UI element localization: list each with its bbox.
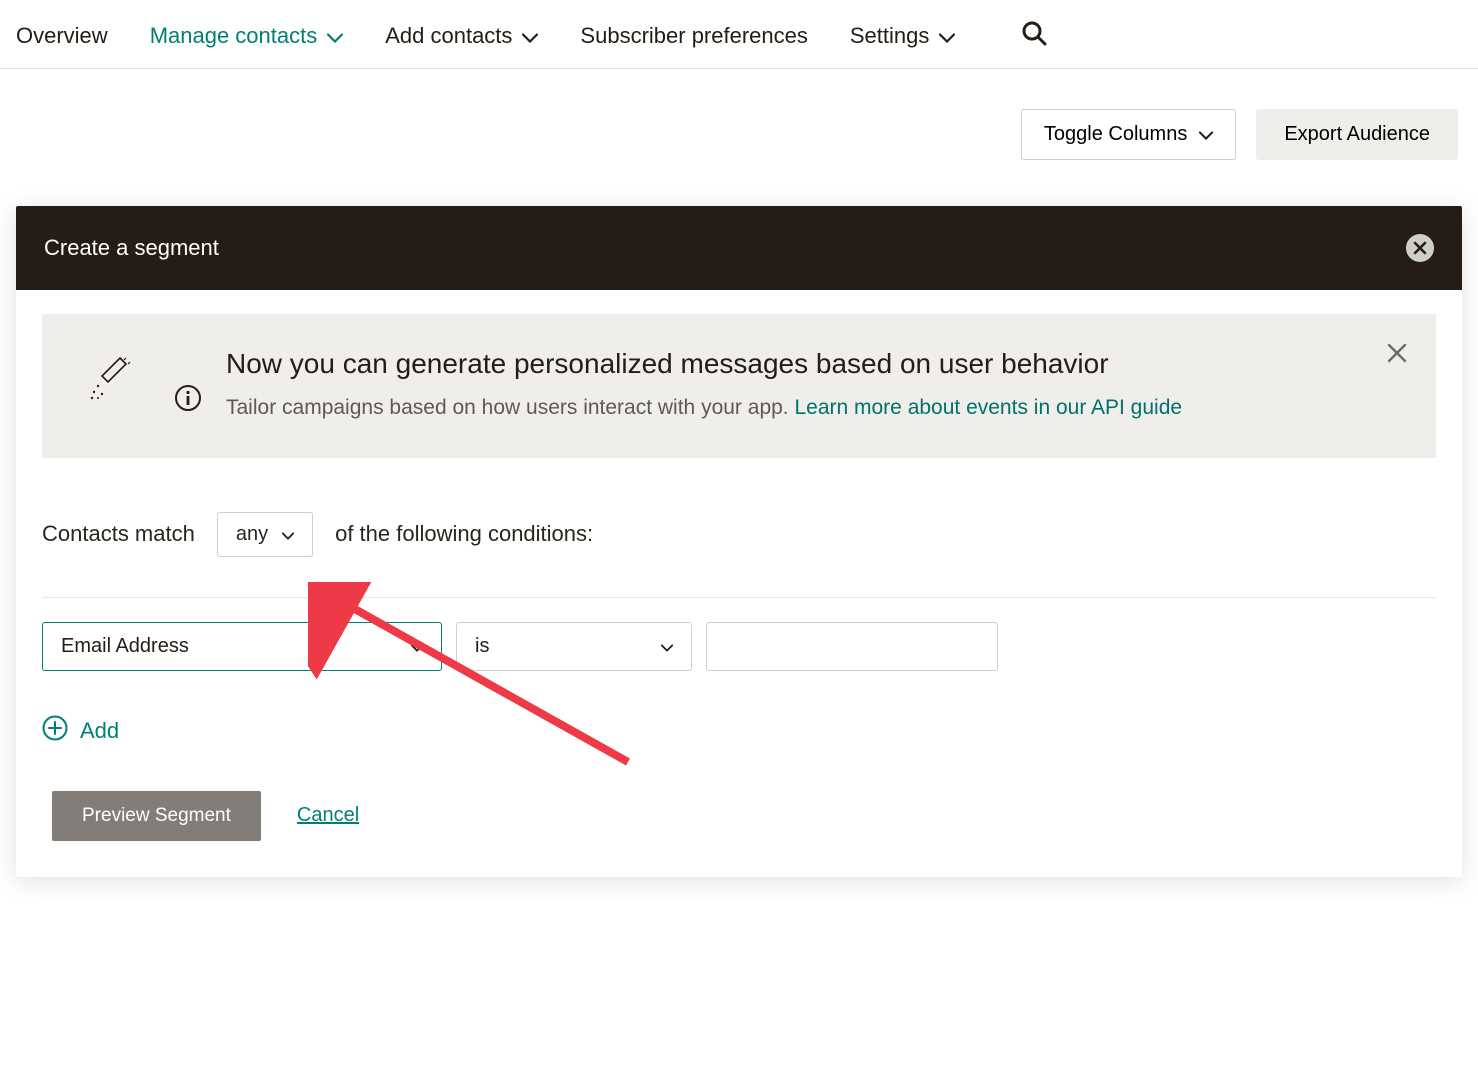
condition-field-value: Email Address bbox=[61, 635, 189, 658]
condition-operator-value: is bbox=[475, 635, 489, 658]
chevron-down-icon bbox=[327, 23, 343, 49]
info-icon bbox=[174, 348, 202, 417]
condition-field-select[interactable]: Email Address bbox=[42, 622, 442, 671]
nav-manage-contacts[interactable]: Manage contacts bbox=[150, 23, 344, 49]
audience-toolbar: Toggle Columns Export Audience bbox=[0, 69, 1478, 160]
chevron-down-icon bbox=[661, 635, 673, 658]
banner-text: Now you can generate personalized messag… bbox=[226, 348, 1182, 424]
search-icon[interactable] bbox=[1021, 20, 1047, 52]
panel-title: Create a segment bbox=[44, 235, 219, 261]
condition-row: Email Address is bbox=[42, 622, 1436, 671]
export-audience-button[interactable]: Export Audience bbox=[1256, 109, 1458, 160]
nav-settings[interactable]: Settings bbox=[850, 23, 956, 49]
chevron-down-icon bbox=[282, 523, 294, 546]
match-mode-value: any bbox=[236, 523, 268, 546]
match-mode-select[interactable]: any bbox=[217, 512, 313, 557]
preview-segment-button[interactable]: Preview Segment bbox=[52, 791, 261, 841]
banner-close-button[interactable] bbox=[1386, 342, 1408, 369]
add-label: Add bbox=[80, 718, 119, 744]
chevron-down-icon bbox=[939, 23, 955, 49]
nav-label: Add contacts bbox=[385, 23, 512, 49]
cancel-link[interactable]: Cancel bbox=[297, 804, 359, 827]
main-nav: Overview Manage contacts Add contacts Su… bbox=[0, 0, 1478, 69]
condition-operator-select[interactable]: is bbox=[456, 622, 692, 671]
panel-footer: Preview Segment Cancel bbox=[52, 791, 1436, 841]
nav-add-contacts[interactable]: Add contacts bbox=[385, 23, 538, 49]
hand-sprinkle-icon bbox=[70, 348, 150, 402]
banner-learn-more-link[interactable]: Learn more about events in our API guide bbox=[794, 396, 1182, 419]
add-condition-button[interactable]: Add bbox=[42, 715, 119, 747]
info-banner: Now you can generate personalized messag… bbox=[42, 314, 1436, 458]
chevron-down-icon bbox=[1199, 123, 1213, 146]
close-icon bbox=[1412, 240, 1428, 256]
chevron-down-icon bbox=[522, 23, 538, 49]
plus-circle-icon bbox=[42, 715, 68, 747]
nav-overview[interactable]: Overview bbox=[16, 23, 108, 49]
banner-heading: Now you can generate personalized messag… bbox=[226, 348, 1182, 380]
match-pre-label: Contacts match bbox=[42, 521, 195, 547]
nav-subscriber-preferences[interactable]: Subscriber preferences bbox=[580, 23, 807, 49]
toggle-columns-button[interactable]: Toggle Columns bbox=[1021, 109, 1236, 160]
close-panel-button[interactable] bbox=[1406, 234, 1434, 262]
nav-label: Overview bbox=[16, 23, 108, 49]
condition-value-input[interactable] bbox=[706, 622, 998, 671]
button-label: Preview Segment bbox=[82, 805, 231, 826]
nav-label: Subscriber preferences bbox=[580, 23, 807, 49]
close-icon bbox=[1386, 342, 1408, 364]
button-label: Export Audience bbox=[1284, 123, 1430, 146]
banner-body: Tailor campaigns based on how users inte… bbox=[226, 396, 794, 419]
match-conditions-row: Contacts match any of the following cond… bbox=[42, 512, 1436, 598]
chevron-down-icon bbox=[411, 635, 423, 658]
nav-label: Manage contacts bbox=[150, 23, 318, 49]
create-segment-panel: Create a segment bbox=[16, 206, 1462, 877]
match-post-label: of the following conditions: bbox=[335, 521, 593, 547]
button-label: Toggle Columns bbox=[1044, 123, 1187, 146]
panel-header: Create a segment bbox=[16, 206, 1462, 290]
nav-label: Settings bbox=[850, 23, 930, 49]
